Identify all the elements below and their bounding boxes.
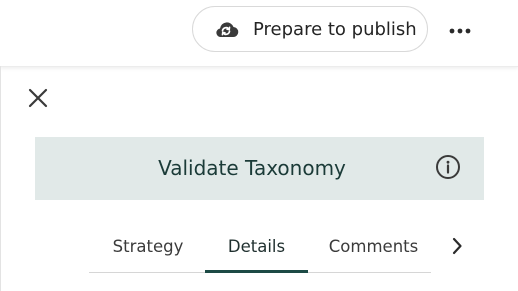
tab-strategy-label: Strategy xyxy=(112,237,184,256)
prepare-to-publish-button[interactable]: Prepare to publish xyxy=(192,6,428,52)
panel-title: Validate Taxonomy xyxy=(158,156,346,180)
chevron-right-icon xyxy=(451,237,463,259)
tab-details[interactable]: Details xyxy=(205,225,308,272)
panel-tabs: Strategy Details Comments xyxy=(89,225,431,273)
active-tab-indicator xyxy=(205,270,308,273)
more-horizontal-icon xyxy=(448,20,472,39)
more-options-button[interactable] xyxy=(446,16,474,42)
next-tabs-button[interactable] xyxy=(446,237,468,259)
tab-comments-label: Comments xyxy=(328,237,419,256)
cloud-sync-icon xyxy=(213,18,239,40)
info-button[interactable] xyxy=(435,154,461,184)
tab-details-label: Details xyxy=(227,237,286,256)
close-icon xyxy=(28,88,48,112)
prepare-to-publish-label: Prepare to publish xyxy=(253,18,417,40)
title-banner: Validate Taxonomy xyxy=(35,137,484,200)
top-toolbar: Prepare to publish xyxy=(0,0,518,67)
tab-strategy[interactable]: Strategy xyxy=(91,225,205,272)
close-panel-button[interactable] xyxy=(26,88,50,112)
info-icon xyxy=(435,154,461,184)
tab-comments[interactable]: Comments xyxy=(316,225,431,272)
panel-divider xyxy=(0,66,1,291)
